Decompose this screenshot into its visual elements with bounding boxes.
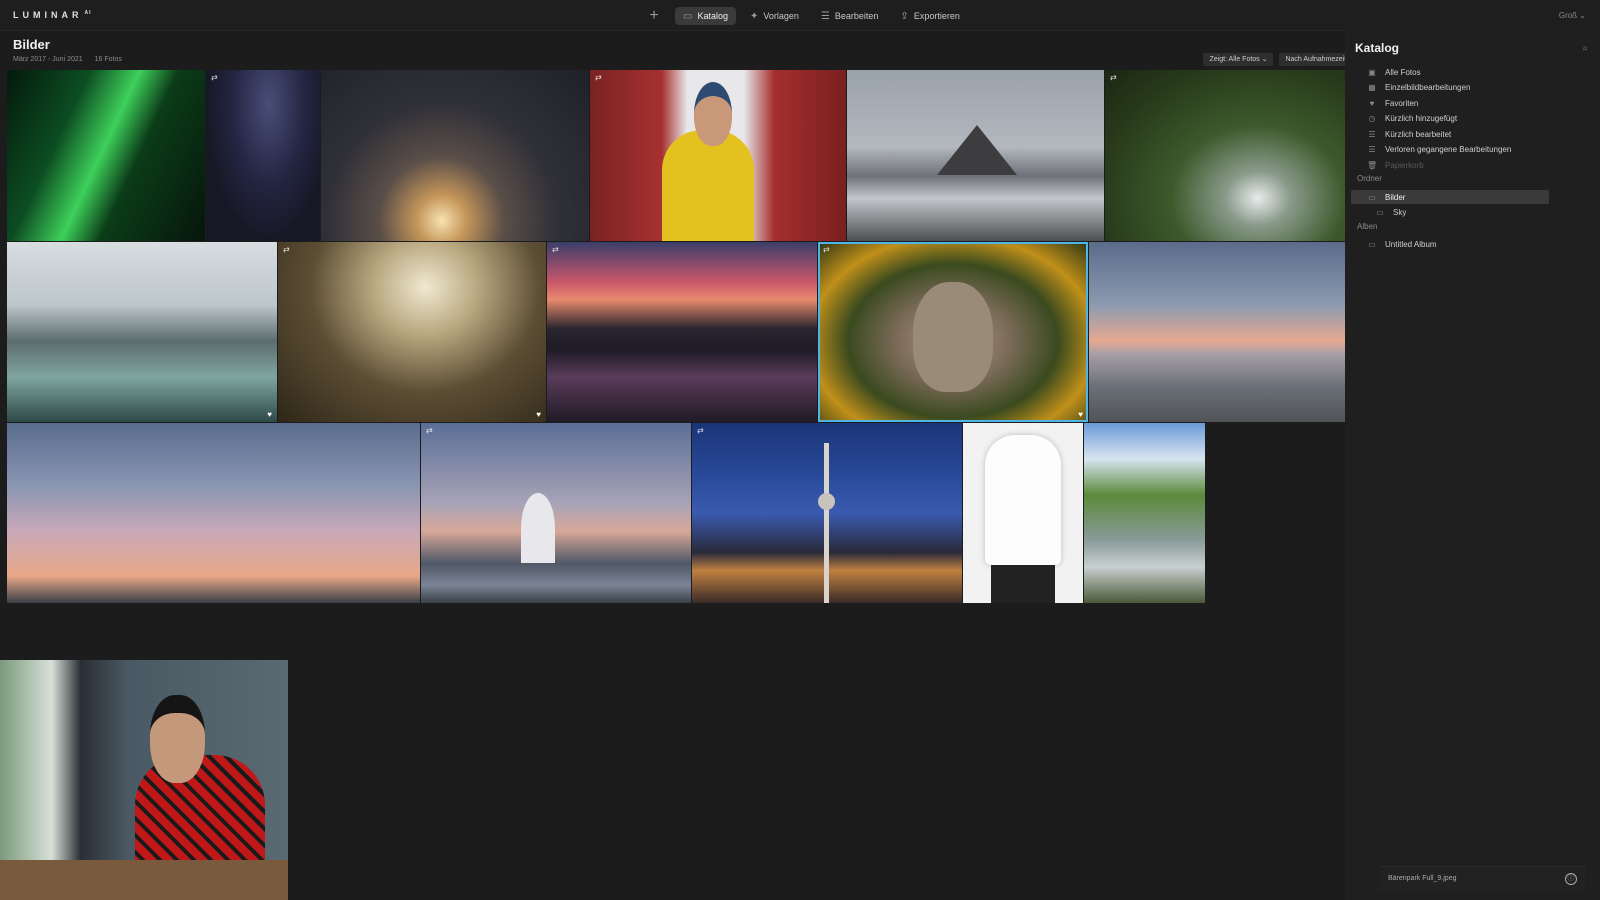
trash-icon: 🗑 — [1367, 160, 1378, 170]
sidebar-item-favoriten[interactable]: ♥ Favoriten — [1367, 96, 1419, 110]
hotel-building — [521, 493, 555, 563]
photo-white-tshirt-model[interactable] — [963, 423, 1083, 603]
clock-icon: ◷ — [1368, 113, 1376, 123]
sidebar-title: Katalog — [1355, 41, 1400, 55]
sidebar-item-einzelbildbearbeitungen[interactable]: ▦ Einzelbildbearbeitungen — [1367, 80, 1470, 94]
tshirt — [985, 435, 1061, 565]
filter-bar: Zeigt: Alle Fotos ⌄ Nach Aufnahmezeit ⌄ — [1203, 53, 1360, 66]
webcam-overlay — [0, 660, 288, 900]
tab-vorlagen[interactable]: ✦ Vorlagen — [742, 7, 807, 25]
photo-man-yellow-jacket[interactable]: ⇄ — [590, 70, 846, 241]
edited-icon: ⇄ — [823, 245, 830, 254]
edited-icon: ⇄ — [211, 73, 218, 82]
album-icon: ▭ — [1368, 239, 1376, 249]
page-title: Bilder — [13, 37, 50, 52]
sidebar-album-untitled[interactable]: ▭ Untitled Album — [1367, 237, 1436, 251]
sidebar-item-verloren-gegangene-bearbeitungen[interactable]: ☰ Verloren gegangene Bearbeitungen — [1367, 142, 1511, 156]
photo-foggy-forest-cabin[interactable]: ⇄ ♥ — [278, 242, 546, 422]
photo-wolf[interactable]: ⇄ ♥ — [818, 242, 1088, 422]
edited-icon: ⇄ — [1110, 73, 1117, 82]
wolf-head — [913, 282, 993, 392]
sidebar-folder-sky[interactable]: ▭ Sky — [1375, 205, 1406, 219]
thumbnail-size-select[interactable]: Groß ⌄ — [1559, 11, 1586, 20]
sidebar-item-alle-fotos[interactable]: ▣ Alle Fotos — [1367, 65, 1420, 79]
sidebar-item-kuerzlich-bearbeitet[interactable]: ☰ Kürzlich bearbeitet — [1367, 127, 1451, 141]
photo-forest-waterfall[interactable]: ⇄ — [1105, 70, 1360, 241]
desk — [0, 860, 288, 900]
export-icon: ⇪ — [900, 10, 909, 22]
sliders-icon: ☰ — [820, 10, 830, 22]
app-logo: LUMINAR AI — [13, 10, 92, 20]
date-range: März 2017 - Juni 2021 — [13, 56, 83, 63]
photo-harbor-hotel-building[interactable]: ⇄ — [421, 423, 691, 603]
sidebar-item-papierkorb[interactable]: 🗑 Papierkorb — [1367, 158, 1424, 172]
tv-tower — [824, 443, 829, 603]
selected-filename: Bärenpark Full_9.jpeg — [1388, 875, 1457, 882]
subject-head — [694, 82, 732, 146]
photos-icon: ▣ — [1368, 67, 1376, 77]
photo-count: 16 Fotos — [94, 56, 122, 63]
info-icon[interactable]: ⓘ — [1565, 873, 1577, 885]
show-filter-dropdown[interactable]: Zeigt: Alle Fotos ⌄ — [1203, 53, 1274, 66]
tv-tower-sphere — [818, 493, 835, 510]
lost-edits-icon: ☰ — [1368, 144, 1376, 154]
subject-figure — [662, 130, 754, 241]
edited-icon: ⇄ — [283, 245, 290, 254]
presenter-head — [150, 695, 205, 783]
folder-icon: ▭ — [1376, 207, 1384, 217]
photo-snowy-lake-trees[interactable]: ♥ — [7, 242, 277, 422]
pants — [991, 565, 1055, 603]
catalog-sidebar: Katalog ⌕ ▣ Alle Fotos ▦ Einzelbildbearbei… — [1345, 30, 1600, 900]
folder-icon: ▭ — [1368, 192, 1376, 202]
main-nav: + ▭ Katalog ✦ Vorlagen ☰ Bearbeiten ⇪ Ex… — [645, 7, 968, 25]
folder-icon: ▭ — [683, 10, 693, 22]
photo-mountain-lake-sunset[interactable]: ⇄ — [547, 242, 817, 422]
templates-icon: ✦ — [749, 10, 759, 22]
photo-river-stream-spring[interactable] — [1084, 423, 1205, 603]
photo-stormy-sunset-clouds[interactable] — [321, 70, 589, 241]
tab-bearbeiten[interactable]: ☰ Bearbeiten — [813, 7, 887, 25]
photo-aurora[interactable] — [7, 70, 205, 241]
file-info-bar: Bärenpark Full_9.jpeg ⓘ — [1380, 866, 1585, 891]
edit-list-icon: ☰ — [1368, 129, 1376, 139]
heart-icon: ♥ — [1369, 98, 1375, 108]
add-photos-button[interactable]: + — [645, 7, 663, 25]
search-icon[interactable]: ⌕ — [1582, 43, 1588, 54]
photo-berlin-tv-tower-night[interactable]: ⇄ — [692, 423, 962, 603]
folders-section-label: Ordner — [1357, 174, 1382, 183]
albums-section-label: Alben — [1357, 222, 1378, 231]
edited-icon: ⇄ — [697, 426, 704, 435]
tab-exportieren[interactable]: ⇪ Exportieren — [892, 7, 967, 25]
sidebar-item-kuerzlich-hinzugefuegt[interactable]: ◷ Kürzlich hinzugefügt — [1367, 111, 1458, 125]
favorite-heart-icon[interactable]: ♥ — [1078, 410, 1083, 419]
top-bar: LUMINAR AI + ▭ Katalog ✦ Vorlagen ☰ Bearb… — [0, 0, 1600, 31]
edited-icon: ⇄ — [552, 245, 559, 254]
photo-pastel-sky[interactable] — [7, 423, 420, 603]
photo-milky-way-boardwalk[interactable]: ⇄ — [206, 70, 320, 241]
photo-sea-sunset-horizon[interactable] — [1089, 242, 1360, 422]
favorite-heart-icon[interactable]: ♥ — [536, 410, 541, 419]
page-subtitle: März 2017 - Juni 2021 16 Fotos — [13, 56, 122, 63]
single-edit-icon: ▦ — [1368, 82, 1376, 92]
edited-icon: ⇄ — [426, 426, 433, 435]
photo-mont-saint-michel[interactable] — [847, 70, 1104, 241]
island-silhouette — [937, 125, 1017, 175]
favorite-heart-icon[interactable]: ♥ — [267, 410, 272, 419]
sidebar-folder-bilder[interactable]: ▭ Bilder — [1367, 190, 1405, 204]
edited-icon: ⇄ — [595, 73, 602, 82]
tab-katalog[interactable]: ▭ Katalog — [675, 7, 736, 25]
